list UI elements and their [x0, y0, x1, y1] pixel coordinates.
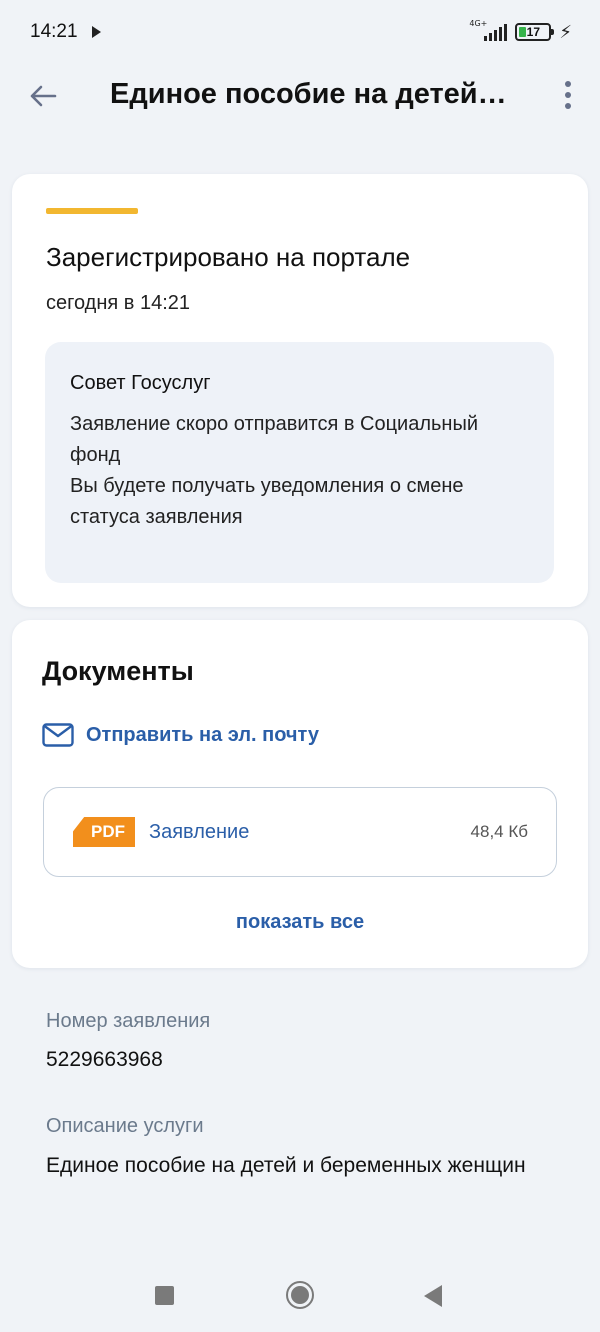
tip-title: Совет Госуслуг — [70, 372, 211, 394]
file-name: Заявление — [149, 820, 250, 843]
play-icon — [91, 26, 101, 38]
documents-card: Документы Отправить на эл. почту PDF Зая… — [12, 620, 588, 968]
send-email-button[interactable]: Отправить на эл. почту — [42, 723, 319, 747]
recents-icon[interactable] — [155, 1286, 174, 1305]
tip-text-line: Заявление скоро отправится в Социальный — [70, 413, 479, 435]
tip-text-line: Вы будете получать уведомления о смене — [70, 475, 464, 497]
application-number-value: 5229663968 — [46, 1048, 163, 1071]
file-size: 48,4 Кб — [470, 822, 528, 841]
signal-icon: 4G+ — [469, 19, 508, 43]
tip-text-line: статуса заявления — [70, 506, 243, 528]
signal-bars — [484, 24, 508, 41]
status-right: 4G+ 17 ⚡ — [469, 19, 572, 43]
envelope-icon — [42, 723, 74, 747]
back-button[interactable] — [24, 78, 62, 114]
show-all-button[interactable]: показать все — [12, 911, 588, 934]
documents-title: Документы — [42, 656, 194, 686]
application-status-card: Зарегистрировано на портале сегодня в 14… — [12, 174, 588, 607]
page-title: Единое пособие на детей и беременных жен… — [110, 78, 510, 110]
app-bar: Единое пособие на детей и беременных жен… — [0, 64, 600, 128]
pdf-file-icon: PDF — [73, 817, 135, 847]
more-menu-button[interactable] — [560, 78, 576, 112]
status-left: 14:21 — [30, 21, 101, 43]
battery-icon: 17 — [515, 23, 555, 41]
nav-back-icon[interactable] — [424, 1285, 442, 1307]
service-description-value: Единое пособие на детей и беременных жен… — [46, 1154, 526, 1177]
status-bar: 14:21 4G+ 17 ⚡ — [0, 0, 600, 64]
tip-text-line: фонд — [70, 444, 121, 466]
service-description-label: Описание услуги — [46, 1115, 204, 1137]
send-email-label: Отправить на эл. почту — [86, 723, 319, 746]
application-number-label: Номер заявления — [46, 1010, 211, 1032]
battery-level: 17 — [526, 25, 541, 39]
system-nav-bar — [0, 1260, 600, 1332]
more-vert-icon — [565, 81, 571, 87]
home-icon[interactable] — [286, 1281, 314, 1309]
tip-box: Совет Госуслуг Заявление скоро отправитс… — [45, 342, 554, 583]
arrow-left-icon — [30, 85, 57, 107]
status-time: 14:21 — [30, 21, 78, 42]
status-time: сегодня в 14:21 — [46, 292, 190, 314]
status-accent-line — [46, 208, 138, 214]
file-item[interactable]: PDF Заявление 48,4 Кб — [43, 787, 557, 877]
charging-icon: ⚡ — [559, 21, 572, 42]
status-title: Зарегистрировано на портале — [46, 242, 411, 272]
